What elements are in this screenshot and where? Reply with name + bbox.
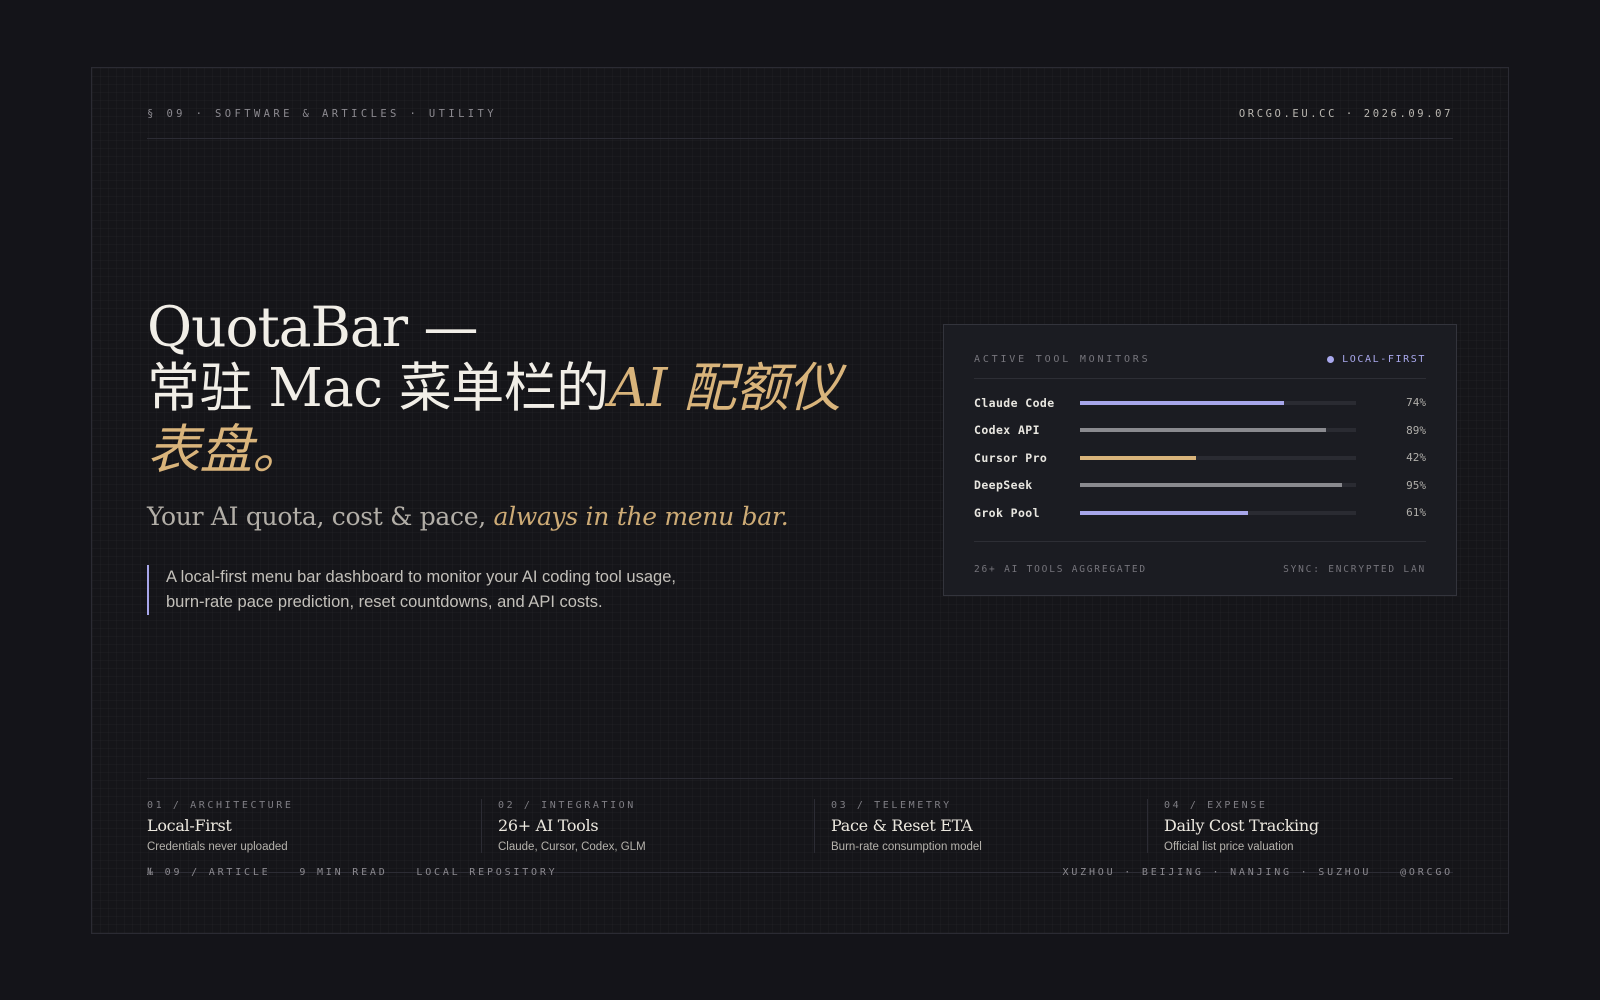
bottom-bar: № 09 / ARTICLE 9 MIN READ LOCAL REPOSITO… bbox=[147, 867, 1453, 878]
usage-track bbox=[1080, 428, 1356, 433]
read-time: 9 MIN READ bbox=[299, 867, 388, 878]
monitor-title: ACTIVE TOOL MONITORS bbox=[974, 354, 1151, 365]
usage-percent: 89% bbox=[1406, 423, 1426, 437]
usage-track bbox=[1080, 510, 1356, 515]
row-label: Claude Code bbox=[974, 395, 1055, 410]
monitor-rows: Claude Code 74% Codex API 89% Cursor Pro… bbox=[974, 379, 1426, 527]
row-label: Cursor Pro bbox=[974, 450, 1048, 465]
page-frame: § 09 · SOFTWARE & ARTICLES · UTILITY ORC… bbox=[91, 67, 1509, 934]
feature-name: Local-First bbox=[147, 816, 232, 835]
sync-status-label: SYNC: ENCRYPTED LAN bbox=[1283, 564, 1426, 575]
feature-name: 26+ AI Tools bbox=[498, 816, 599, 835]
feature-architecture: 01 / ARCHITECTURE Local-First Credential… bbox=[147, 779, 481, 872]
feature-name: Daily Cost Tracking bbox=[1164, 816, 1319, 835]
usage-track bbox=[1080, 455, 1356, 460]
feature-telemetry: 03 / TELEMETRY Pace & Reset ETA Burn-rat… bbox=[814, 779, 1147, 872]
article-number: № 09 / ARTICLE bbox=[147, 867, 271, 878]
row-label: Codex API bbox=[974, 423, 1040, 438]
monitor-footer: 26+ AI TOOLS AGGREGATED SYNC: ENCRYPTED … bbox=[974, 541, 1426, 597]
location-meta: XUZHOU · BEIJING · NANJING · SUZHOU @ORC… bbox=[1043, 867, 1453, 878]
local-first-badge: LOCAL-FIRST bbox=[1327, 354, 1426, 365]
repo-link[interactable]: LOCAL REPOSITORY bbox=[416, 867, 557, 878]
hero-title: QuotaBar — 常驻 Mac 菜单栏的AI 配额仪表盘。 bbox=[147, 296, 877, 482]
monitor-row-cursor-pro[interactable]: Cursor Pro 42% bbox=[974, 444, 1426, 472]
monitor-row-deepseek[interactable]: DeepSeek 95% bbox=[974, 472, 1426, 500]
usage-fill bbox=[1080, 428, 1326, 433]
hero-description: A local-first menu bar dashboard to moni… bbox=[147, 565, 707, 615]
usage-fill bbox=[1080, 510, 1249, 515]
handle-link[interactable]: @ORCGO bbox=[1400, 867, 1453, 878]
usage-track bbox=[1080, 483, 1356, 488]
feature-number: 02 / INTEGRATION bbox=[498, 800, 636, 811]
badge-label: LOCAL-FIRST bbox=[1342, 354, 1426, 365]
article-meta: № 09 / ARTICLE 9 MIN READ LOCAL REPOSITO… bbox=[147, 867, 578, 878]
feature-number: 04 / EXPENSE bbox=[1164, 800, 1268, 811]
usage-fill bbox=[1080, 483, 1343, 488]
usage-percent: 74% bbox=[1406, 396, 1426, 410]
feature-strip: 01 / ARCHITECTURE Local-First Credential… bbox=[147, 778, 1453, 873]
feature-sub: Official list price valuation bbox=[1164, 841, 1294, 853]
tools-aggregated-label: 26+ AI TOOLS AGGREGATED bbox=[974, 564, 1147, 575]
monitor-row-codex-api[interactable]: Codex API 89% bbox=[974, 417, 1426, 445]
monitor-row-claude-code[interactable]: Claude Code 74% bbox=[974, 389, 1426, 417]
usage-fill bbox=[1080, 455, 1196, 460]
hero-title-line2: 常驻 Mac 菜单栏的AI 配额仪表盘。 bbox=[147, 358, 877, 482]
status-dot-icon bbox=[1327, 356, 1335, 363]
feature-sub: Claude, Cursor, Codex, GLM bbox=[498, 841, 646, 853]
monitor-row-grok-pool[interactable]: Grok Pool 61% bbox=[974, 499, 1426, 527]
subtitle-accent: always in the menu bar. bbox=[493, 502, 789, 531]
usage-fill bbox=[1080, 400, 1285, 405]
row-label: DeepSeek bbox=[974, 478, 1033, 493]
feature-sub: Credentials never uploaded bbox=[147, 841, 288, 853]
hero-subtitle: Your AI quota, cost & pace, always in th… bbox=[147, 502, 789, 531]
tool-monitor-panel: ACTIVE TOOL MONITORS LOCAL-FIRST Claude … bbox=[943, 324, 1457, 596]
feature-number: 01 / ARCHITECTURE bbox=[147, 800, 294, 811]
section-label: § 09 · SOFTWARE & ARTICLES · UTILITY bbox=[147, 108, 497, 120]
usage-percent: 61% bbox=[1406, 506, 1426, 520]
usage-percent: 42% bbox=[1406, 451, 1426, 465]
feature-integration: 02 / INTEGRATION 26+ AI Tools Claude, Cu… bbox=[481, 779, 814, 872]
feature-expense: 04 / EXPENSE Daily Cost Tracking Officia… bbox=[1147, 779, 1453, 872]
feature-name: Pace & Reset ETA bbox=[831, 816, 973, 835]
cities-label: XUZHOU · BEIJING · NANJING · SUZHOU bbox=[1062, 867, 1372, 878]
monitor-header: ACTIVE TOOL MONITORS LOCAL-FIRST bbox=[974, 325, 1426, 379]
usage-track bbox=[1080, 400, 1356, 405]
row-label: Grok Pool bbox=[974, 505, 1040, 520]
site-date-label[interactable]: ORCGO.EU.CC · 2026.09.07 bbox=[1239, 108, 1453, 120]
feature-number: 03 / TELEMETRY bbox=[831, 800, 952, 811]
hero-title-plain: 常驻 Mac 菜单栏的 bbox=[147, 358, 609, 419]
usage-percent: 95% bbox=[1406, 478, 1426, 492]
feature-sub: Burn-rate consumption model bbox=[831, 841, 982, 853]
top-bar: § 09 · SOFTWARE & ARTICLES · UTILITY ORC… bbox=[147, 108, 1453, 139]
subtitle-plain: Your AI quota, cost & pace, bbox=[147, 502, 494, 531]
hero-title-line1: QuotaBar — bbox=[147, 295, 479, 359]
